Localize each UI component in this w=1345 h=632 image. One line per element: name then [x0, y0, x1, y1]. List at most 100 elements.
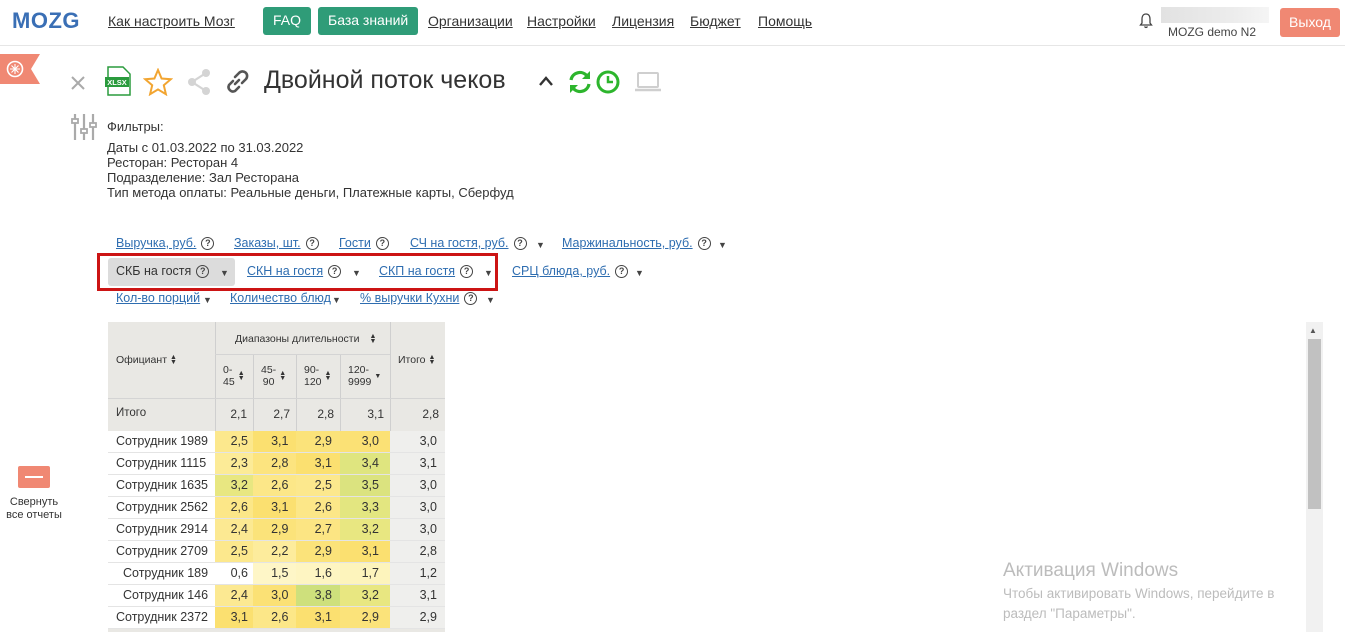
col-header-total[interactable]: Итого ▲ ▼	[398, 354, 435, 366]
top-navbar: MOZG Как настроить Мозг FAQ База знаний …	[0, 0, 1345, 46]
table-row[interactable]: Сотрудник 1989 2,5 3,1 2,9 3,0 3,0	[108, 431, 445, 453]
heat-cell: 2,5	[215, 541, 253, 563]
heat-cell: 3,2	[215, 475, 253, 497]
col-header-range-1[interactable]: 45- 90 ▲ ▼	[261, 364, 286, 388]
laptop-icon[interactable]	[634, 71, 662, 93]
dropdown-caret-icon[interactable]: ▼	[203, 295, 212, 305]
heat-cell-value: 3,1	[271, 500, 289, 514]
range-label-end: 120	[304, 376, 322, 388]
help-icon[interactable]: ?	[464, 292, 478, 305]
collapse-all-reports[interactable]: Свернуть все отчеты	[2, 466, 66, 522]
close-icon[interactable]	[70, 75, 86, 91]
range-label-start: 0-	[223, 364, 233, 376]
totals-cell: 3,1	[367, 407, 384, 421]
help-icon[interactable]: ?	[615, 265, 629, 278]
metric-guests[interactable]: Гости?	[339, 236, 389, 250]
metric-avg-check[interactable]: СЧ на гостя, руб.?	[410, 236, 527, 250]
nav-settings[interactable]: Настройки	[527, 13, 596, 29]
heat-cell-value: 3,3	[361, 500, 379, 514]
table-row[interactable]: Сотрудник 2562 2,6 3,1 2,6 3,3 3,0	[108, 497, 445, 519]
filters-icon[interactable]	[70, 114, 98, 140]
sort-icon[interactable]: ▲ ▼	[279, 370, 286, 382]
mozg-logo[interactable]: MOZG	[12, 8, 80, 34]
nav-license[interactable]: Лицензия	[612, 13, 674, 29]
nav-how-to-setup[interactable]: Как настроить Мозг	[108, 13, 235, 29]
heat-cell-value: 2,4	[230, 522, 248, 536]
heat-cell: 2,6	[296, 497, 340, 519]
metric-kitchen-share[interactable]: % выручки Кухни?	[360, 291, 478, 305]
heat-cell: 2,9	[296, 431, 340, 453]
help-icon[interactable]: ?	[375, 237, 389, 250]
col-header-ranges[interactable]: Диапазоны длительности ▲ ▼	[235, 333, 376, 345]
table-row[interactable]: Сотрудник 2372 3,1 2,6 3,1 2,9 2,9	[108, 607, 445, 629]
waiter-name: Сотрудник 2562	[116, 500, 209, 514]
faq-button[interactable]: FAQ	[263, 7, 312, 35]
dropdown-caret-icon[interactable]: ▼	[486, 295, 495, 305]
user-name[interactable]: MOZG demo N2	[1168, 25, 1256, 39]
sort-icon[interactable]: ▲ ▼	[369, 333, 376, 345]
col-header-range-0[interactable]: 0- 45 ▲ ▼	[223, 364, 245, 388]
heat-cell: 3,1	[296, 453, 340, 475]
reports-ribbon-icon[interactable]	[0, 54, 40, 84]
col-header-waiter[interactable]: Официант ▲ ▼	[116, 354, 177, 366]
heat-cell: 3,3	[340, 497, 390, 519]
col-header-range-2[interactable]: 90- 120 ▲ ▼	[304, 364, 331, 388]
scrollbar-thumb[interactable]	[1308, 339, 1321, 509]
user-avatar-placeholder[interactable]	[1161, 7, 1269, 23]
row-total-cell: 3,0	[390, 431, 445, 453]
logo-text: MOZG	[12, 8, 80, 33]
dropdown-caret-icon[interactable]: ▼	[635, 268, 644, 278]
sort-icon[interactable]: ▲ ▼	[170, 354, 177, 366]
dropdown-caret-icon[interactable]: ▼	[536, 240, 545, 250]
report-table: Официант ▲ ▼ Диапазоны длительности ▲ ▼ Итог…	[108, 322, 445, 632]
sort-icon[interactable]: ▲ ▼	[238, 370, 245, 382]
filters-panel: Фильтры: Даты с 01.03.2022 по 31.03.2022…	[107, 119, 514, 200]
table-row[interactable]: Сотрудник 2709 2,5 2,2 2,9 3,1 2,8	[108, 541, 445, 563]
totals-cell: 2,7	[273, 407, 290, 421]
row-total-value: 2,8	[419, 544, 437, 558]
refresh-icon[interactable]	[566, 68, 594, 96]
table-row[interactable]: Сотрудник 189 0,6 1,5 1,6 1,7 1,2	[108, 563, 445, 585]
metric-srts[interactable]: СРЦ блюда, руб.?	[512, 264, 629, 278]
heat-cell-value: 2,5	[230, 434, 248, 448]
help-icon[interactable]: ?	[201, 237, 215, 250]
collapse-icon[interactable]	[18, 466, 50, 488]
dropdown-caret-icon[interactable]: ▼	[332, 295, 341, 305]
table-row[interactable]: Сотрудник 1115 2,3 2,8 3,1 3,4 3,1	[108, 453, 445, 475]
metric-margin[interactable]: Маржинальность, руб.?	[562, 236, 711, 250]
xlsx-export-icon[interactable]: XLSX	[104, 66, 132, 96]
sort-desc-icon[interactable]: ▼	[374, 373, 381, 380]
link-icon[interactable]	[223, 68, 251, 96]
share-icon[interactable]	[186, 68, 212, 96]
help-icon[interactable]: ?	[697, 237, 711, 250]
star-icon[interactable]	[143, 68, 173, 96]
scroll-up-arrow-icon[interactable]: ▲	[1309, 326, 1317, 335]
table-row[interactable]: Сотрудник 146 2,4 3,0 3,8 3,2 3,1	[108, 585, 445, 607]
nav-organizations[interactable]: Организации	[428, 13, 513, 29]
windows-activation-text: Чтобы активировать Windows, перейдите в …	[1003, 586, 1275, 621]
nav-budget[interactable]: Бюджет	[690, 13, 741, 29]
row-total-value: 1,2	[419, 566, 437, 580]
heat-cell: 2,8	[253, 453, 296, 475]
chevron-up-icon[interactable]	[538, 74, 554, 88]
sort-icon[interactable]: ▲ ▼	[325, 370, 332, 382]
bell-icon[interactable]	[1138, 12, 1154, 30]
heat-cell: 3,1	[253, 497, 296, 519]
col-header-range-3[interactable]: 120- 9999 ▼	[348, 364, 381, 388]
heat-cell-value: 3,1	[361, 544, 379, 558]
metric-dishes[interactable]: Количество блюд	[230, 291, 331, 305]
table-row[interactable]: Сотрудник 2914 2,4 2,9 2,7 3,2 3,0	[108, 519, 445, 541]
help-icon[interactable]: ?	[513, 237, 527, 250]
metric-revenue[interactable]: Выручка, руб.?	[116, 236, 215, 250]
dropdown-caret-icon[interactable]: ▼	[718, 240, 727, 250]
nav-help[interactable]: Помощь	[758, 13, 812, 29]
range-label: 120- 9999	[348, 364, 371, 388]
metric-orders[interactable]: Заказы, шт.?	[234, 236, 319, 250]
metric-portions[interactable]: Кол-во порций	[116, 291, 200, 305]
table-row[interactable]: Сотрудник 1635 3,2 2,6 2,5 3,5 3,0	[108, 475, 445, 497]
clock-icon[interactable]	[595, 68, 621, 96]
help-icon[interactable]: ?	[305, 237, 319, 250]
logout-button[interactable]: Выход	[1280, 8, 1340, 37]
knowledge-base-button[interactable]: База знаний	[318, 7, 419, 35]
sort-icon[interactable]: ▲ ▼	[429, 354, 436, 366]
